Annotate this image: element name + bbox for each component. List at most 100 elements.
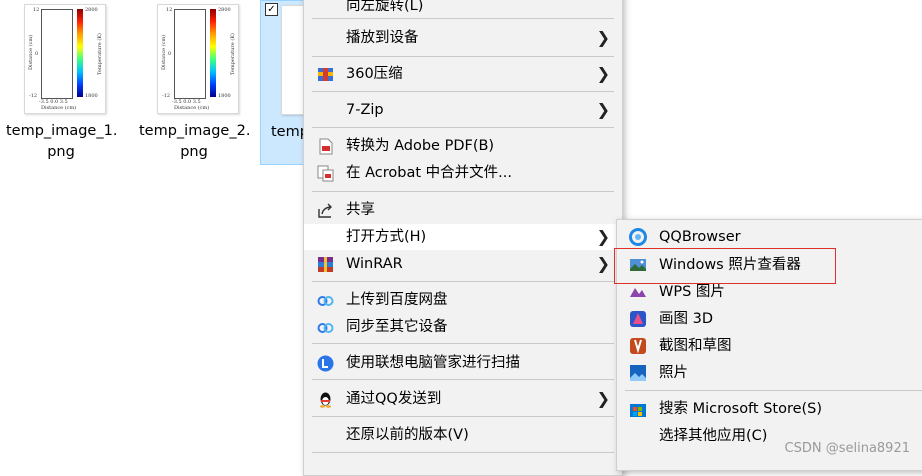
- submenu-item-snip-sketch[interactable]: 截图和草图: [617, 333, 922, 359]
- menu-item-label: 截图和草图: [659, 338, 732, 354]
- menu-item-cast-to-device[interactable]: 播放到设备 ❯: [304, 25, 622, 51]
- chevron-right-icon: ❯: [596, 100, 610, 119]
- file-name-line1: temp_image_1.: [6, 123, 118, 139]
- submenu-item-paint3d[interactable]: 画图 3D: [617, 306, 922, 332]
- menu-separator: [312, 379, 614, 380]
- menu-item-label: 同步至其它设备: [346, 319, 448, 335]
- menu-item-upload-baidu[interactable]: 上传到百度网盘: [304, 287, 622, 313]
- 360-compress-icon: [317, 66, 334, 83]
- baidu-sync-icon: [317, 319, 334, 336]
- menu-item-label: 向左旋转(L): [346, 0, 424, 14]
- paint3d-icon: [629, 310, 647, 328]
- menu-separator: [312, 452, 614, 453]
- winrar-icon: [317, 256, 334, 273]
- photos-icon: [629, 364, 647, 382]
- thumb-cbar-bottom: 1800: [218, 93, 231, 99]
- menu-item-label: 7-Zip: [346, 102, 384, 118]
- menu-item-label: 画图 3D: [659, 311, 713, 327]
- select-checkbox[interactable]: ✓: [265, 3, 278, 16]
- menu-item-label: 通过QQ发送到: [346, 391, 442, 407]
- chevron-right-icon: ❯: [596, 64, 610, 83]
- baidu-netdisk-icon: [317, 292, 334, 309]
- menu-separator: [312, 56, 614, 57]
- thumb-cbar-bottom: 1800: [85, 93, 98, 99]
- snip-sketch-icon: [629, 337, 647, 355]
- menu-separator: [312, 191, 614, 192]
- menu-item-label: 360压缩: [346, 66, 403, 82]
- thumb-y-bottom: -12: [29, 93, 38, 99]
- menu-item-label: 搜索 Microsoft Store(S): [659, 401, 823, 417]
- submenu-item-photos[interactable]: 照片: [617, 360, 922, 386]
- thumb-colorbar: [77, 9, 83, 97]
- menu-item-label: 还原以前的版本(V): [346, 427, 469, 443]
- menu-item-7zip[interactable]: 7-Zip ❯: [304, 97, 622, 123]
- menu-item-label: 共享: [346, 202, 375, 218]
- thumb-cbar-top: 2800: [85, 7, 98, 13]
- menu-item-label: 选择其他应用(C): [659, 428, 768, 444]
- thumb-y-top: 12: [166, 7, 173, 13]
- menu-item-convert-to-pdf[interactable]: 转换为 Adobe PDF(B): [304, 133, 622, 159]
- thumbnail-image: 12 0 -12 -3.5 0.0 3.5 Distance (cm) Dist…: [24, 4, 106, 114]
- thumb-colorbar: [210, 9, 216, 97]
- thumb-y-bottom: -12: [162, 93, 171, 99]
- submenu-item-search-store[interactable]: 搜索 Microsoft Store(S): [617, 396, 922, 422]
- adobe-pdf-icon: [317, 138, 334, 155]
- menu-item-label: 上传到百度网盘: [346, 292, 448, 308]
- chevron-right-icon: ❯: [596, 254, 610, 273]
- chevron-right-icon: ❯: [596, 28, 610, 47]
- thumb-y-axis: Distance (cm): [28, 34, 34, 70]
- thumb-y-axis: Distance (cm): [161, 34, 167, 70]
- thumb-x-axis: Distance (cm): [174, 105, 210, 111]
- chevron-right-icon: ❯: [596, 389, 610, 408]
- submenu-item-qqbrowser[interactable]: QQBrowser: [617, 224, 922, 250]
- microsoft-store-icon: [629, 400, 647, 418]
- thumb-cbar-axis: Temperature (K): [97, 33, 103, 75]
- menu-item-lenovo-scan[interactable]: 使用联想电脑管家进行扫描: [304, 350, 622, 376]
- acrobat-merge-icon: [317, 165, 334, 182]
- lenovo-manager-icon: [317, 355, 334, 372]
- menu-item-label: 打开方式(H): [346, 229, 427, 245]
- file-temp-image-1[interactable]: 12 0 -12 -3.5 0.0 3.5 Distance (cm) Dist…: [6, 0, 118, 165]
- thumb-y-mid: 0: [35, 51, 39, 57]
- file-name-line1: temp_image_2.: [139, 123, 251, 139]
- menu-separator: [312, 343, 614, 344]
- qqbrowser-icon: [629, 228, 647, 246]
- menu-item-share[interactable]: 共享: [304, 197, 622, 223]
- thumb-cbar-axis: Temperature (K): [230, 33, 236, 75]
- menu-separator: [312, 127, 614, 128]
- file-temp-image-2[interactable]: 12 0 -12 -3.5 0.0 3.5 Distance (cm) Dist…: [139, 0, 251, 165]
- menu-item-winrar[interactable]: WinRAR ❯: [304, 251, 622, 277]
- menu-item-label: 照片: [659, 365, 688, 381]
- context-menu: 向左旋转(L) 播放到设备 ❯ 360压缩 ❯ 7-Zip ❯ 转换为 Adob…: [303, 0, 623, 476]
- menu-item-label: 转换为 Adobe PDF(B): [346, 138, 495, 154]
- qq-penguin-icon: [317, 391, 334, 408]
- menu-item-restore-versions[interactable]: 还原以前的版本(V): [304, 422, 622, 448]
- thumb-cbar-top: 2800: [218, 7, 231, 13]
- menu-item-send-qq[interactable]: 通过QQ发送到 ❯: [304, 386, 622, 412]
- menu-item-rotate-left[interactable]: 向左旋转(L): [304, 0, 622, 19]
- file-name: temp_image_1. png: [6, 121, 118, 163]
- thumb-plot-area: [174, 9, 206, 99]
- wps-picture-icon: [629, 283, 647, 301]
- menu-separator: [312, 416, 614, 417]
- menu-item-acrobat-merge[interactable]: 在 Acrobat 中合并文件...: [304, 160, 622, 186]
- thumb-plot-area: [41, 9, 73, 99]
- menu-item-open-with[interactable]: 打开方式(H) ❯: [304, 224, 622, 250]
- thumb-x-axis: Distance (cm): [41, 105, 77, 111]
- menu-separator: [312, 281, 614, 282]
- menu-separator: [625, 390, 922, 391]
- menu-item-label: WinRAR: [346, 256, 403, 272]
- thumb-y-mid: 0: [168, 51, 172, 57]
- menu-item-label: QQBrowser: [659, 229, 741, 245]
- file-name-line2: png: [47, 144, 75, 160]
- highlight-box: [614, 248, 836, 284]
- share-icon: [317, 202, 334, 219]
- watermark: CSDN @selina8921: [784, 441, 910, 456]
- file-name-line2: png: [180, 144, 208, 160]
- menu-item-sync-devices[interactable]: 同步至其它设备: [304, 314, 622, 340]
- file-name: temp_image_2. png: [139, 121, 251, 163]
- thumbnail-image: 12 0 -12 -3.5 0.0 3.5 Distance (cm) Dist…: [157, 4, 239, 114]
- menu-item-360-compress[interactable]: 360压缩 ❯: [304, 61, 622, 87]
- menu-item-label: 在 Acrobat 中合并文件...: [346, 165, 512, 181]
- menu-item-label: 播放到设备: [346, 30, 419, 46]
